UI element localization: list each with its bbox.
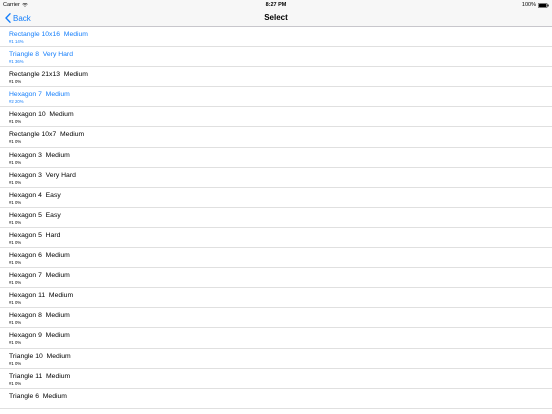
list-item-title: Hexagon 10 Medium bbox=[9, 111, 74, 119]
list-item-subtitle: #1 0% bbox=[9, 79, 22, 85]
list-item-title: Hexagon 6 Medium bbox=[9, 252, 70, 260]
list-item-title: Rectangle 10x16 Medium bbox=[9, 31, 88, 38]
list-item-subtitle: #1 0% bbox=[9, 340, 22, 346]
list-item-subtitle: #1 0% bbox=[9, 179, 22, 185]
list-item[interactable]: Hexagon 10 Medium #1 0% bbox=[0, 107, 552, 128]
list-item-title: Triangle 10 Medium bbox=[9, 352, 71, 360]
list-item-subtitle: #1 0% bbox=[9, 239, 22, 245]
list-item-title: Rectangle 10x7 Medium bbox=[9, 131, 85, 139]
battery-percent: 100% bbox=[521, 2, 536, 8]
list-item-subtitle: #1 0% bbox=[9, 199, 22, 205]
list-item-subtitle: #1 0% bbox=[9, 320, 22, 326]
list-item-title: Hexagon 5 Hard bbox=[9, 231, 61, 239]
list-item-title: Rectangle 21x13 Medium bbox=[9, 71, 88, 79]
list-item[interactable]: Hexagon 8 Medium #1 0% bbox=[0, 308, 552, 329]
list-item-subtitle: #1 0% bbox=[9, 119, 22, 125]
list-item[interactable]: Rectangle 21x13 Medium #1 0% bbox=[0, 67, 552, 88]
list-item[interactable]: Hexagon 6 Medium #1 0% bbox=[0, 248, 552, 269]
status-bar: Carrier 8:27 PM 100% bbox=[0, 0, 552, 10]
list-item[interactable]: Triangle 6 Medium bbox=[0, 389, 552, 409]
list-item-subtitle: #1 0% bbox=[9, 139, 22, 145]
list-item-subtitle: #1 0% bbox=[9, 380, 22, 386]
navigation-bar: Back Select bbox=[0, 10, 552, 27]
list-item-subtitle: #2 20% bbox=[9, 99, 24, 105]
list-item[interactable]: Hexagon 5 Easy #1 0% bbox=[0, 208, 552, 228]
list-item-title: Triangle 11 Medium bbox=[9, 372, 71, 380]
list-item-title: Triangle 6 Medium bbox=[9, 392, 67, 400]
list-item-title: Hexagon 4 Easy bbox=[9, 191, 61, 199]
list-item[interactable]: Triangle 11 Medium #1 0% bbox=[0, 369, 552, 389]
list-item-subtitle: #1 0% bbox=[9, 360, 22, 366]
list-item[interactable]: Hexagon 11 Medium #1 0% bbox=[0, 288, 552, 309]
status-time: 8:27 PM bbox=[265, 2, 287, 8]
list-item-subtitle: #1 0% bbox=[9, 219, 22, 225]
list-item[interactable]: Hexagon 7 Medium #2 20% bbox=[0, 87, 552, 108]
list-item[interactable]: Hexagon 3 Medium #1 0% bbox=[0, 148, 552, 168]
list-item-title: Hexagon 3 Medium bbox=[9, 151, 70, 159]
app-screen: Carrier 8:27 PM 100% Back Select Rectang… bbox=[0, 0, 552, 414]
list-item-title: Hexagon 8 Medium bbox=[9, 312, 70, 320]
battery-indicator: 100% bbox=[522, 2, 549, 8]
list-item[interactable]: Triangle 10 Medium #1 0% bbox=[0, 349, 552, 369]
list-item[interactable]: Triangle 8 Very Hard #1 36% bbox=[0, 47, 552, 68]
list-item[interactable]: Hexagon 5 Hard #1 0% bbox=[0, 228, 552, 249]
list-item[interactable]: Hexagon 3 Very Hard #1 0% bbox=[0, 168, 552, 188]
list-item-subtitle: #1 0% bbox=[9, 280, 22, 286]
list-item-subtitle: #1 0% bbox=[9, 300, 22, 306]
list-item-title: Hexagon 5 Easy bbox=[9, 211, 61, 219]
list-item-subtitle: #1 14% bbox=[9, 39, 24, 44]
list-item-title: Hexagon 7 Medium bbox=[9, 91, 70, 99]
list-item-subtitle: #1 0% bbox=[9, 159, 22, 165]
list-item-subtitle: #1 36% bbox=[9, 59, 24, 65]
battery-icon bbox=[538, 2, 549, 8]
list-item-title: Hexagon 7 Medium bbox=[9, 272, 70, 280]
list-item[interactable]: Hexagon 9 Medium #1 0% bbox=[0, 328, 552, 349]
list-item[interactable]: Rectangle 10x7 Medium #1 0% bbox=[0, 127, 552, 148]
list-item-title: Hexagon 3 Very Hard bbox=[9, 171, 76, 179]
list-item[interactable]: Rectangle 10x16 Medium #1 14% bbox=[0, 27, 552, 48]
puzzle-list: Rectangle 10x16 Medium #1 14% Triangle 8… bbox=[0, 27, 552, 409]
page-title: Select bbox=[264, 13, 288, 22]
list-item-subtitle: #1 0% bbox=[9, 260, 22, 266]
list-item[interactable]: Hexagon 7 Medium #1 0% bbox=[0, 268, 552, 289]
list-item-title: Hexagon 11 Medium bbox=[9, 292, 74, 300]
list-item[interactable]: Hexagon 4 Easy #1 0% bbox=[0, 188, 552, 208]
list-item-title: Triangle 8 Very Hard bbox=[9, 51, 73, 59]
list-item-title: Hexagon 9 Medium bbox=[9, 332, 70, 340]
